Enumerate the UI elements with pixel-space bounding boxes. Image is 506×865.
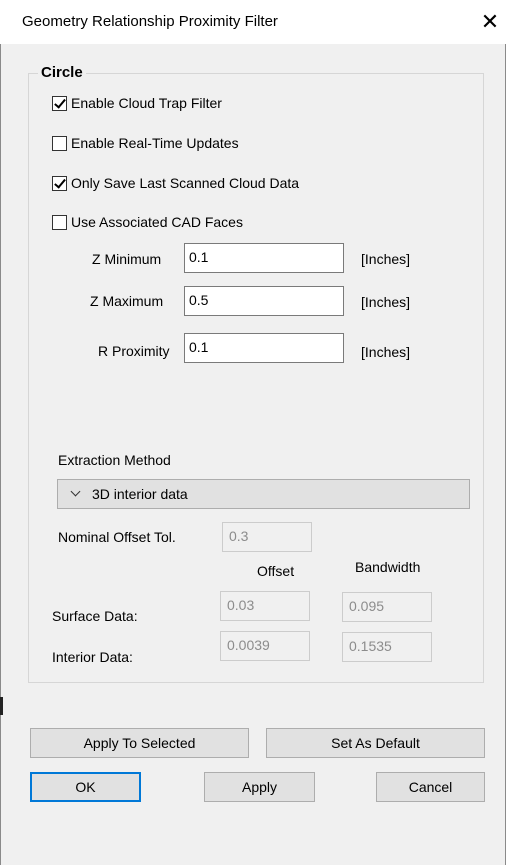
- group-title: Circle: [38, 64, 86, 81]
- enable-real-time-updates-checkbox[interactable]: Enable Real-Time Updates: [52, 132, 239, 154]
- window-border-left: [0, 44, 1, 865]
- checkbox-box[interactable]: [52, 135, 67, 151]
- checkbox-box[interactable]: [52, 214, 67, 230]
- checkmark-icon: [54, 95, 66, 109]
- checkmark-icon: [54, 175, 66, 189]
- r-proximity-unit: [Inches]: [361, 344, 411, 360]
- apply-to-selected-button[interactable]: Apply To Selected: [30, 728, 249, 758]
- offset-column-header: Offset: [257, 563, 295, 579]
- checkbox-label: Only Save Last Scanned Cloud Data: [71, 175, 300, 191]
- z-minimum-input[interactable]: 0.1: [184, 243, 344, 273]
- extraction-method-dropdown[interactable]: 3D interior data: [57, 479, 470, 509]
- checkbox-label: Use Associated CAD Faces: [71, 214, 243, 230]
- r-proximity-label: R Proximity: [98, 343, 170, 359]
- bandwidth-column-header: Bandwidth: [355, 559, 421, 575]
- nominal-offset-label: Nominal Offset Tol.: [58, 529, 176, 545]
- surface-data-label: Surface Data:: [52, 608, 138, 624]
- z-minimum-unit: [Inches]: [361, 251, 411, 267]
- set-as-default-button[interactable]: Set As Default: [266, 728, 485, 758]
- checkbox-box[interactable]: [52, 95, 67, 111]
- checkbox-box[interactable]: [52, 175, 67, 191]
- surface-offset-input[interactable]: 0.03: [220, 591, 310, 621]
- enable-cloud-trap-filter-checkbox[interactable]: Enable Cloud Trap Filter: [52, 92, 222, 114]
- r-proximity-input[interactable]: 0.1: [184, 333, 344, 363]
- z-maximum-label: Z Maximum: [90, 293, 164, 309]
- ok-button[interactable]: OK: [30, 772, 141, 802]
- interior-bandwidth-input[interactable]: 0.1535: [342, 632, 432, 662]
- only-save-last-scanned-checkbox[interactable]: Only Save Last Scanned Cloud Data: [52, 172, 299, 194]
- surface-bandwidth-input[interactable]: 0.095: [342, 592, 432, 622]
- close-icon[interactable]: ✕: [478, 8, 502, 36]
- window-title: Geometry Relationship Proximity Filter: [22, 13, 278, 30]
- interior-offset-input[interactable]: 0.0039: [220, 631, 310, 661]
- chevron-down-icon: [68, 486, 84, 502]
- use-associated-cad-faces-checkbox[interactable]: Use Associated CAD Faces: [52, 211, 243, 233]
- checkbox-label: Enable Real-Time Updates: [71, 135, 239, 151]
- z-minimum-label: Z Minimum: [92, 251, 162, 267]
- checkbox-label: Enable Cloud Trap Filter: [71, 95, 222, 111]
- cancel-button[interactable]: Cancel: [376, 772, 485, 802]
- z-maximum-input[interactable]: 0.5: [184, 286, 344, 316]
- apply-button[interactable]: Apply: [204, 772, 315, 802]
- extraction-method-value: 3D interior data: [92, 486, 188, 502]
- z-maximum-unit: [Inches]: [361, 294, 411, 310]
- nominal-offset-input[interactable]: 0.3: [222, 522, 312, 552]
- edge-marker: [0, 697, 3, 715]
- interior-data-label: Interior Data:: [52, 649, 133, 665]
- extraction-method-label: Extraction Method: [58, 452, 171, 468]
